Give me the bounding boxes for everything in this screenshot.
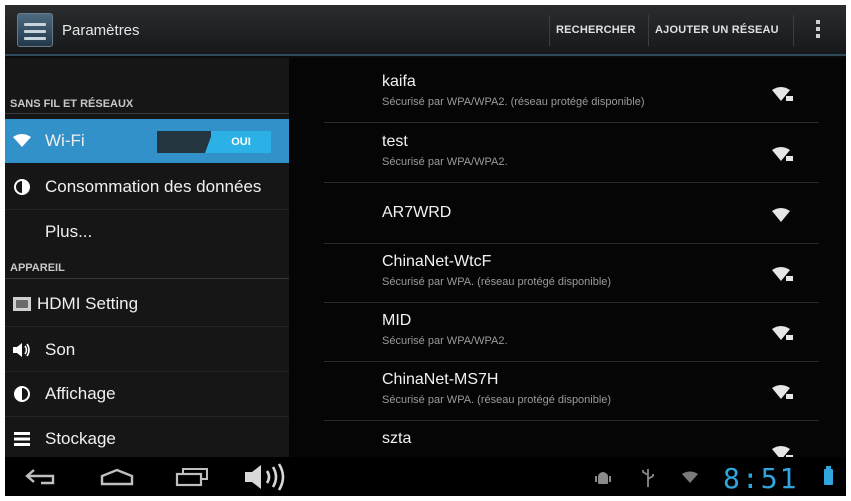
sidebar-item-more[interactable]: Plus... bbox=[5, 210, 289, 254]
network-name: kaifa bbox=[382, 73, 416, 90]
android-debug-icon bbox=[595, 472, 611, 484]
wifi-toggle-state: OUI bbox=[211, 131, 271, 153]
sound-icon bbox=[13, 341, 31, 359]
wifi-signal-locked-icon bbox=[772, 326, 793, 340]
action-bar-divider bbox=[648, 15, 649, 46]
volume-icon[interactable] bbox=[243, 463, 289, 491]
sidebar-item-label: Affichage bbox=[45, 384, 116, 403]
back-icon[interactable] bbox=[25, 468, 57, 486]
wifi-signal-locked-icon bbox=[772, 267, 793, 281]
sidebar-item-label: Plus... bbox=[45, 222, 93, 241]
page-title: Paramètres bbox=[62, 22, 140, 39]
action-bar-divider bbox=[549, 15, 550, 46]
action-bar: Paramètres RECHERCHER AJOUTER UN RÉSEAU bbox=[5, 5, 846, 56]
storage-icon bbox=[13, 430, 31, 448]
network-status: Sécurisé par WPA/WPA2. (réseau protégé d… bbox=[382, 96, 645, 108]
sidebar-item-label: HDMI Setting bbox=[37, 294, 139, 313]
sidebar-item-label: Stockage bbox=[45, 429, 116, 448]
network-status: Sécurisé par WPA/WPA2. bbox=[382, 156, 508, 168]
sidebar-item-hdmi[interactable]: HDMI Setting bbox=[5, 282, 289, 326]
list-item[interactable]: test Sécurisé par WPA/WPA2. bbox=[324, 124, 819, 183]
search-button[interactable]: RECHERCHER bbox=[556, 5, 636, 56]
sidebar-item-wifi[interactable]: Wi-Fi OUI bbox=[5, 119, 289, 163]
battery-icon bbox=[824, 466, 833, 485]
sidebar-item-storage[interactable]: Stockage bbox=[5, 417, 289, 461]
list-item[interactable]: MID Sécurisé par WPA/WPA2. bbox=[324, 303, 819, 362]
add-network-button[interactable]: AJOUTER UN RÉSEAU bbox=[655, 5, 779, 56]
overflow-menu-icon[interactable] bbox=[815, 20, 821, 40]
section-header-wireless: SANS FIL ET RÉSEAUX bbox=[10, 98, 134, 110]
display-icon bbox=[13, 385, 31, 403]
wifi-signal-locked-icon bbox=[772, 87, 793, 101]
network-name: szta bbox=[382, 430, 412, 447]
settings-sidebar: SANS FIL ET RÉSEAUX Wi-Fi OUI Consommati… bbox=[5, 58, 289, 457]
hdmi-icon bbox=[13, 295, 31, 313]
wifi-toggle[interactable]: OUI bbox=[157, 131, 271, 153]
sidebar-item-display[interactable]: Affichage bbox=[5, 372, 289, 416]
section-header-device: APPAREIL bbox=[10, 262, 65, 274]
network-status: Sécurisé par WPA/WPA2. bbox=[382, 335, 508, 347]
wifi-signal-locked-icon bbox=[772, 147, 793, 161]
home-icon[interactable] bbox=[100, 468, 134, 486]
network-name: test bbox=[382, 133, 408, 150]
data-usage-icon bbox=[13, 178, 31, 196]
system-nav-bar: 8:51 bbox=[5, 457, 846, 496]
section-divider bbox=[5, 278, 289, 279]
network-status: Sécurisé par WPA. (réseau protégé dispon… bbox=[382, 276, 612, 288]
list-item[interactable]: kaifa Sécurisé par WPA/WPA2. (réseau pro… bbox=[324, 64, 819, 123]
wifi-icon bbox=[13, 132, 31, 150]
recent-apps-icon[interactable] bbox=[175, 467, 209, 487]
network-name: AR7WRD bbox=[382, 204, 452, 221]
android-settings-screen: Paramètres RECHERCHER AJOUTER UN RÉSEAU … bbox=[5, 5, 846, 496]
network-name: ChinaNet-WtcF bbox=[382, 253, 492, 270]
list-divider bbox=[5, 326, 289, 327]
network-name: MID bbox=[382, 312, 412, 329]
wifi-signal-locked-icon bbox=[772, 385, 793, 399]
settings-app-icon[interactable] bbox=[17, 13, 53, 47]
list-item[interactable]: ChinaNet-WtcF Sécurisé par WPA. (réseau … bbox=[324, 244, 819, 303]
sidebar-item-data-usage[interactable]: Consommation des données bbox=[5, 165, 289, 209]
network-status: Sécurisé par WPA. (réseau protégé dispon… bbox=[382, 394, 612, 406]
usb-icon bbox=[642, 469, 654, 487]
sidebar-item-label: Consommation des données bbox=[45, 177, 262, 196]
sidebar-item-sound[interactable]: Son bbox=[5, 328, 289, 372]
sidebar-item-label: Son bbox=[45, 340, 76, 359]
wifi-status-icon bbox=[682, 471, 698, 483]
wifi-signal-icon bbox=[772, 208, 790, 222]
wifi-network-list: kaifa Sécurisé par WPA/WPA2. (réseau pro… bbox=[289, 58, 846, 460]
action-bar-divider bbox=[793, 15, 794, 46]
section-divider bbox=[5, 113, 289, 114]
list-item[interactable]: ChinaNet-MS7H Sécurisé par WPA. (réseau … bbox=[324, 362, 819, 421]
list-item[interactable]: AR7WRD bbox=[324, 185, 819, 244]
network-name: ChinaNet-MS7H bbox=[382, 371, 499, 388]
clock: 8:51 bbox=[723, 462, 799, 495]
